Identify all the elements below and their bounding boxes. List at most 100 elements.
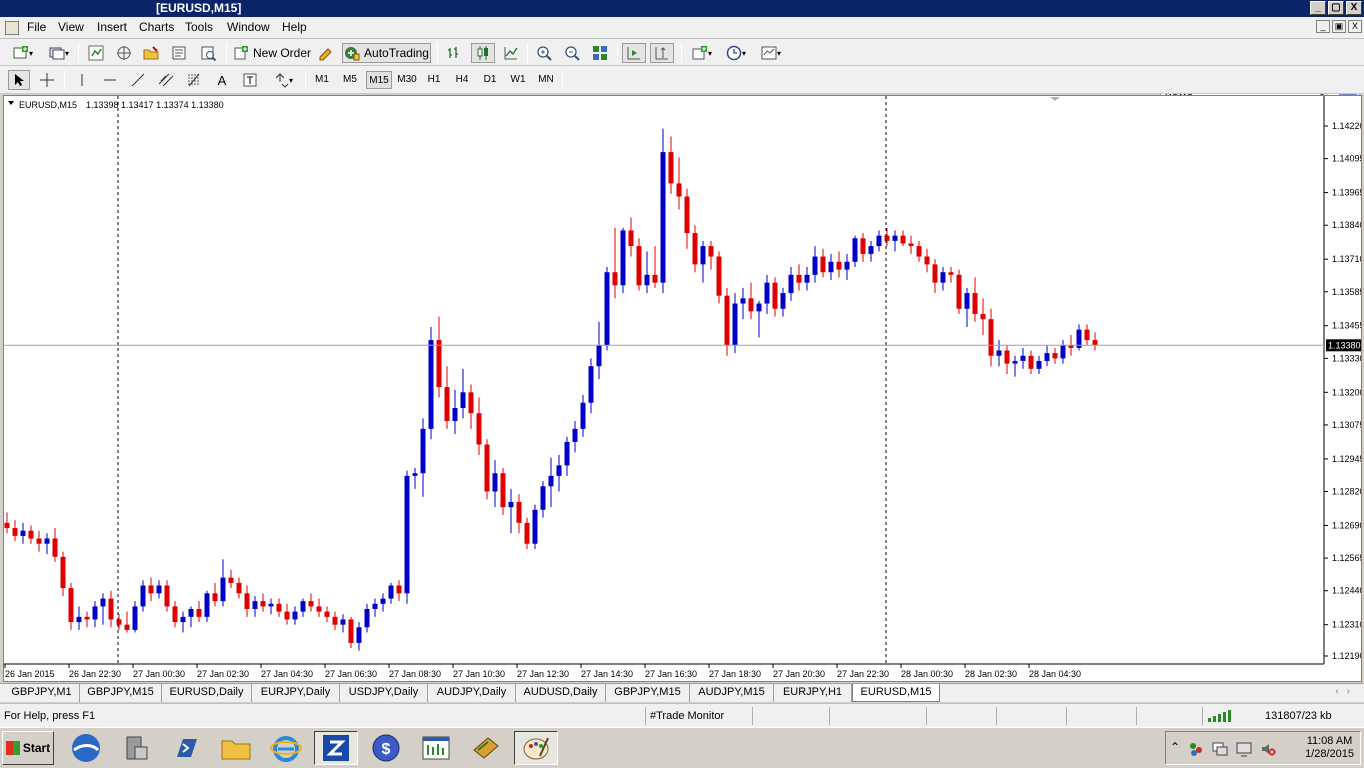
strategy-tester-icon[interactable] bbox=[198, 43, 218, 63]
autotrading-button[interactable]: AutoTrading bbox=[342, 43, 431, 63]
tab-gbpjpy-m1[interactable]: GBPJPY,M1 bbox=[4, 684, 80, 702]
connection-status[interactable]: 131807/23 kb bbox=[1202, 707, 1362, 725]
tab-usdjpy-daily[interactable]: USDJPY,Daily bbox=[340, 684, 428, 702]
profiles-icon[interactable]: ▾ bbox=[44, 43, 74, 63]
maximize-button[interactable]: ▢ bbox=[1328, 1, 1344, 15]
zulutrade-icon[interactable] bbox=[314, 731, 358, 765]
chart-window-icon[interactable] bbox=[5, 21, 19, 35]
candlestick-icon[interactable] bbox=[471, 43, 495, 63]
new-order-button[interactable]: New Order bbox=[233, 43, 311, 63]
tab-eurjpy-h1[interactable]: EURJPY,H1 bbox=[774, 684, 852, 702]
server-icon[interactable] bbox=[114, 731, 158, 765]
market-watch-icon[interactable] bbox=[86, 43, 106, 63]
menu-file[interactable]: File bbox=[27, 20, 46, 34]
periods-icon[interactable]: ▾ bbox=[721, 43, 751, 63]
autoscroll-icon[interactable] bbox=[622, 43, 646, 63]
tab-audjpy-m15[interactable]: AUDJPY,M15 bbox=[690, 684, 774, 702]
crosshair-icon[interactable] bbox=[36, 70, 58, 90]
timeframe-d1[interactable]: D1 bbox=[478, 71, 502, 89]
new-chart-icon[interactable]: ▾ bbox=[8, 43, 38, 63]
candle-body bbox=[1012, 360, 1018, 364]
cursor-icon[interactable] bbox=[8, 70, 30, 90]
mdi-close-button[interactable]: X bbox=[1348, 20, 1362, 33]
tab-gbpjpy-m15-2[interactable]: GBPJPY,M15 bbox=[606, 684, 690, 702]
tray-display-icon[interactable] bbox=[1212, 741, 1228, 757]
text-icon[interactable]: A bbox=[212, 70, 232, 90]
data-window-icon[interactable] bbox=[141, 43, 161, 63]
powershell-icon[interactable] bbox=[164, 731, 208, 765]
timeframe-w1[interactable]: W1 bbox=[506, 71, 530, 89]
zoom-in-icon[interactable] bbox=[534, 43, 554, 63]
show-hidden-icons-icon[interactable]: ⌃ bbox=[1170, 740, 1180, 754]
minimize-button[interactable]: _ bbox=[1310, 1, 1326, 15]
zoom-out-icon[interactable] bbox=[562, 43, 582, 63]
timeframe-m15[interactable]: M15 bbox=[366, 71, 392, 89]
menu-view[interactable]: View bbox=[58, 20, 84, 34]
tab-audjpy-daily[interactable]: AUDJPY,Daily bbox=[428, 684, 516, 702]
candle-body bbox=[676, 183, 682, 197]
candle-body bbox=[668, 152, 674, 184]
chart-window[interactable]: 1.14220 1.14095 1.13965 1.13840 1.13710 1.135… bbox=[3, 95, 1362, 682]
timeframe-m30[interactable]: M30 bbox=[394, 71, 420, 89]
navigator-icon[interactable] bbox=[114, 43, 134, 63]
tab-gbpjpy-m15[interactable]: GBPJPY,M15 bbox=[80, 684, 162, 702]
equidistant-channel-icon[interactable] bbox=[156, 70, 176, 90]
menu-tools[interactable]: Tools bbox=[185, 20, 213, 34]
paint-icon[interactable] bbox=[514, 731, 558, 765]
bar-chart-icon[interactable] bbox=[444, 43, 464, 63]
menu-insert[interactable]: Insert bbox=[97, 20, 127, 34]
tray-network-icon[interactable] bbox=[1188, 741, 1204, 757]
menu-charts[interactable]: Charts bbox=[139, 20, 174, 34]
trendline-icon[interactable] bbox=[128, 70, 148, 90]
standard-toolbar: ▾ ▾ New Order AutoTrading ▾ ▾ ▾ bbox=[0, 39, 1364, 102]
candle-body bbox=[1036, 360, 1042, 369]
menu-window[interactable]: Window bbox=[227, 20, 270, 34]
candle-body bbox=[548, 475, 554, 487]
arrows-icon[interactable]: ▾ bbox=[268, 70, 298, 90]
mdi-minimize-button[interactable]: _ bbox=[1316, 20, 1330, 33]
folder-icon[interactable] bbox=[214, 731, 258, 765]
horizontal-line-icon[interactable] bbox=[100, 70, 120, 90]
timeframe-m1[interactable]: M1 bbox=[310, 71, 334, 89]
vertical-line-icon[interactable] bbox=[72, 70, 92, 90]
close-button[interactable]: X bbox=[1346, 1, 1362, 15]
tray-monitor-icon[interactable] bbox=[1236, 741, 1252, 757]
metaeditor-icon[interactable] bbox=[316, 43, 336, 63]
time-tick-label: 28 Jan 00:30 bbox=[901, 669, 953, 679]
books-icon[interactable] bbox=[464, 731, 508, 765]
templates-icon[interactable]: ▾ bbox=[756, 43, 786, 63]
timeframe-m5[interactable]: M5 bbox=[338, 71, 362, 89]
time-tick-label: 27 Jan 20:30 bbox=[773, 669, 825, 679]
menu-help[interactable]: Help bbox=[282, 20, 307, 34]
text-label-icon[interactable] bbox=[240, 70, 260, 90]
tab-eurusd-daily[interactable]: EURUSD,Daily bbox=[162, 684, 252, 702]
currency-icon[interactable]: $ bbox=[364, 731, 408, 765]
ie-icon[interactable] bbox=[64, 731, 108, 765]
line-chart-icon[interactable] bbox=[501, 43, 521, 63]
internet-explorer-icon[interactable] bbox=[264, 731, 308, 765]
price-chart[interactable]: 1.14220 1.14095 1.13965 1.13840 1.13710 1.135… bbox=[4, 96, 1361, 681]
start-button[interactable]: Start bbox=[2, 731, 54, 765]
mt4-icon[interactable] bbox=[414, 731, 458, 765]
mdi-restore-button[interactable]: ▣ bbox=[1332, 20, 1346, 33]
clock[interactable]: 11:08 AM 1/28/2015 bbox=[1305, 735, 1354, 761]
chart-shift-icon[interactable] bbox=[650, 43, 674, 63]
candle-body bbox=[124, 624, 130, 630]
timeframe-h1[interactable]: H1 bbox=[422, 71, 446, 89]
candle-body bbox=[716, 256, 722, 296]
tab-eurusd-m15[interactable]: EURUSD,M15 bbox=[852, 684, 940, 702]
tile-windows-icon[interactable] bbox=[590, 43, 610, 63]
tab-eurjpy-daily[interactable]: EURJPY,Daily bbox=[252, 684, 340, 702]
window-controls: _ ▢ X bbox=[1310, 1, 1362, 15]
tray-volume-muted-icon[interactable] bbox=[1260, 741, 1276, 757]
taskbar: Start $ ⌃ 11:08 AM 1/28/2015 bbox=[0, 727, 1364, 768]
candle-body bbox=[268, 603, 274, 607]
timeframe-h4[interactable]: H4 bbox=[450, 71, 474, 89]
indicators-icon[interactable]: ▾ bbox=[687, 43, 717, 63]
tab-audusd-daily[interactable]: AUDUSD,Daily bbox=[516, 684, 606, 702]
tab-scroll-arrows[interactable]: ‹› bbox=[1335, 686, 1358, 697]
fibonacci-icon[interactable] bbox=[184, 70, 204, 90]
candle-body bbox=[828, 261, 834, 273]
terminal-icon[interactable] bbox=[169, 43, 189, 63]
timeframe-mn[interactable]: MN bbox=[534, 71, 558, 89]
